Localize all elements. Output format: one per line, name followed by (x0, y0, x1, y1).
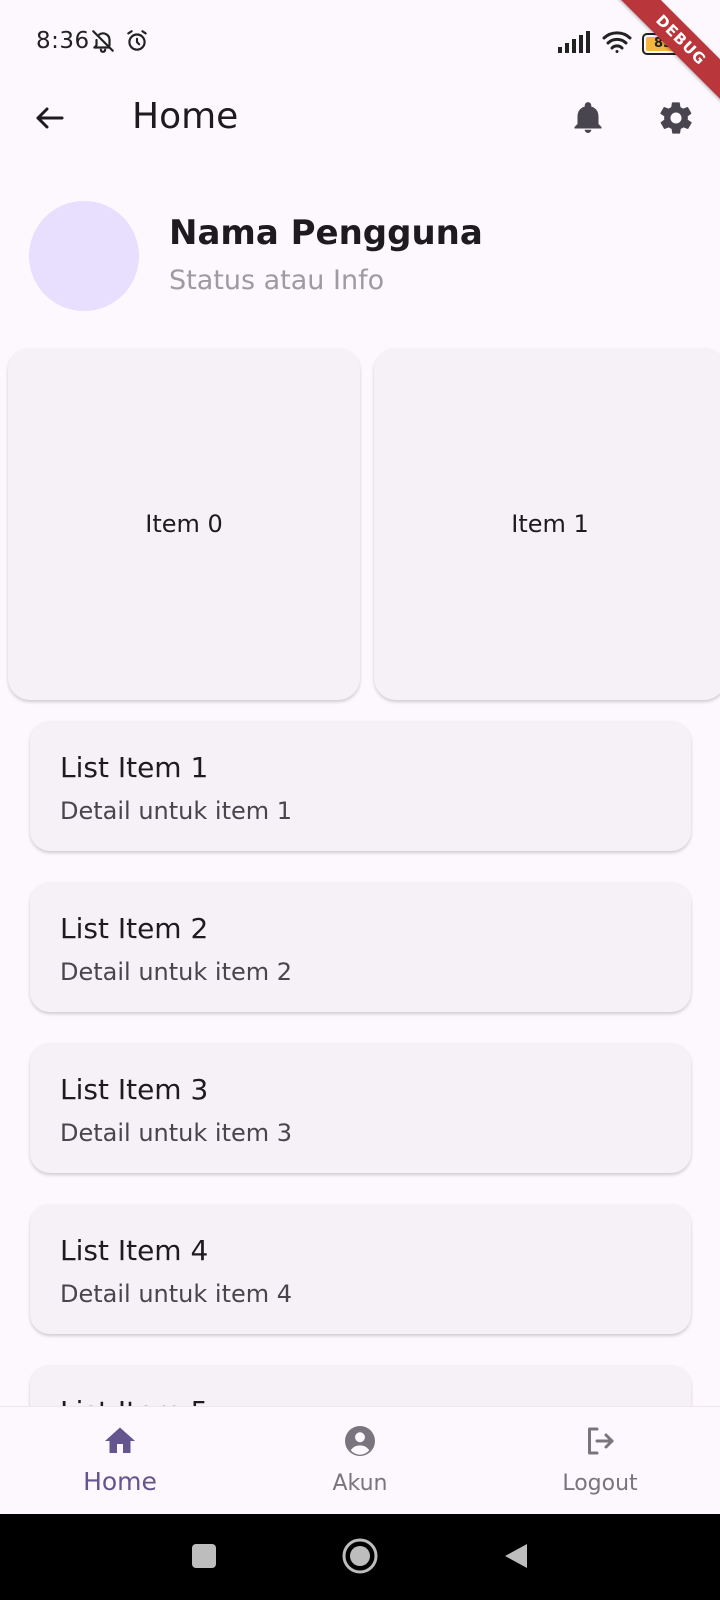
gear-icon (657, 99, 695, 141)
nav-item-home[interactable]: Home (0, 1407, 240, 1515)
signal-icon (558, 31, 592, 57)
account-circle-icon (342, 1423, 378, 1459)
settings-button[interactable] (654, 98, 698, 142)
list-item-title: List Item 2 (60, 912, 209, 945)
page-title: Home (132, 96, 239, 137)
logout-icon (582, 1423, 618, 1459)
grid-item-label: Item 0 (145, 510, 223, 538)
grid-item[interactable]: Item 1 (374, 348, 720, 700)
back-button[interactable] (28, 98, 72, 142)
home-icon (102, 1423, 138, 1459)
bell-icon (570, 100, 606, 140)
status-time: 8:36 (36, 28, 90, 54)
status-bar: 8:36 85 (0, 0, 720, 80)
profile-name: Nama Pengguna (169, 213, 483, 253)
list-item-title: List Item 4 (60, 1234, 209, 1267)
arrow-back-icon (32, 100, 68, 140)
nav-item-logout[interactable]: Logout (480, 1407, 720, 1515)
status-left-icons (90, 28, 150, 58)
list-item[interactable]: List Item 1 Detail untuk item 1 (30, 721, 691, 851)
nav-label: Logout (562, 1471, 638, 1496)
bottom-nav: Home Akun Logout (0, 1406, 720, 1514)
list-item-detail: Detail untuk item 4 (60, 1280, 293, 1308)
alarm-icon (124, 28, 150, 58)
list-item-detail: Detail untuk item 1 (60, 797, 293, 825)
wifi-icon (602, 30, 632, 58)
nav-label: Akun (332, 1471, 388, 1496)
screen: 8:36 85 DEBUG Home Nama Pengguna Status … (0, 0, 720, 1600)
profile-status: Status atau Info (169, 265, 385, 296)
list-item[interactable]: List Item 4 Detail untuk item 4 (30, 1204, 691, 1334)
list-item[interactable]: List Item 3 Detail untuk item 3 (30, 1043, 691, 1173)
grid-item[interactable]: Item 0 (8, 348, 360, 700)
back-system-button[interactable] (496, 1538, 536, 1578)
triangle-back-icon (501, 1541, 531, 1575)
app-bar: Home (0, 80, 720, 160)
nav-label: Home (83, 1467, 157, 1496)
list-item-title: List Item 1 (60, 751, 209, 784)
system-nav-bar (0, 1514, 720, 1600)
list-item[interactable]: List Item 2 Detail untuk item 2 (30, 882, 691, 1012)
circle-icon (341, 1537, 379, 1579)
home-system-button[interactable] (340, 1538, 380, 1578)
grid-item-label: Item 1 (511, 510, 589, 538)
square-icon (190, 1542, 218, 1574)
avatar[interactable] (29, 201, 139, 311)
bell-off-icon (90, 28, 116, 58)
notifications-button[interactable] (566, 98, 610, 142)
list-item-title: List Item 3 (60, 1073, 209, 1106)
list-item-detail: Detail untuk item 2 (60, 958, 293, 986)
recents-button[interactable] (184, 1538, 224, 1578)
list-item-detail: Detail untuk item 3 (60, 1119, 293, 1147)
nav-item-akun[interactable]: Akun (240, 1407, 480, 1515)
